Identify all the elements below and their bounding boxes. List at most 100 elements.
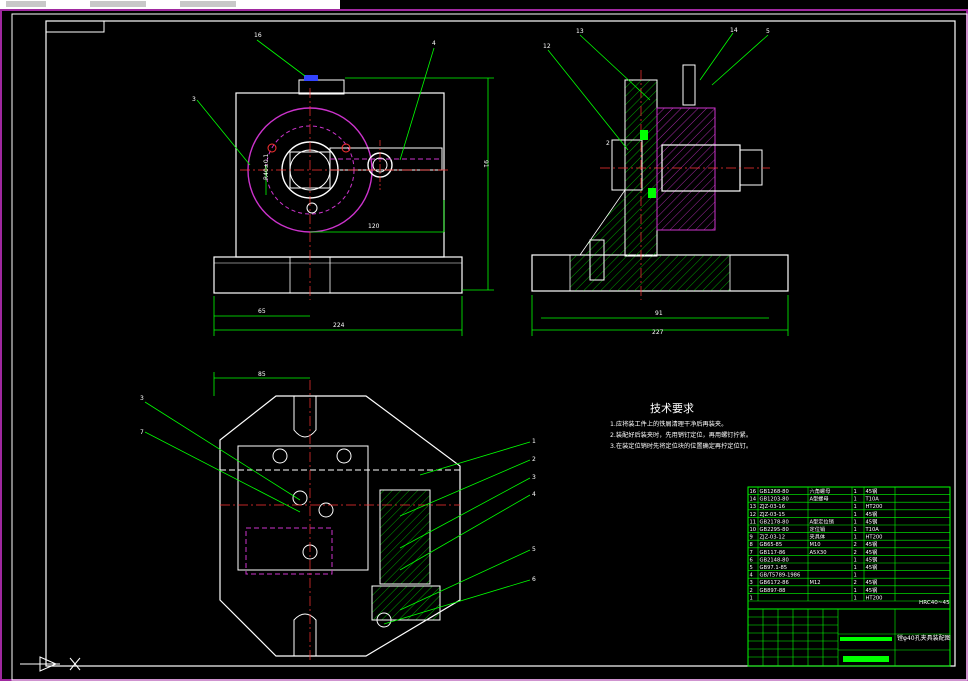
bom-cell-qty: 1: [854, 527, 857, 533]
bom-cell-no: 14: [750, 497, 757, 503]
bom-cell-qty: 1: [854, 565, 857, 571]
bom-cell-qty: 1: [854, 512, 857, 518]
tech-item-2: 2.装配好后装夹时，先用销钉定位，再用螺钉拧紧。: [610, 431, 752, 439]
drawing-title: 镗φ40孔夹具装配图: [897, 634, 951, 642]
bom-cell-code: GB1268-80: [760, 489, 789, 495]
bom-cell-code: ZJZ-03-16: [760, 504, 786, 510]
bom-cell-qty: 1: [854, 489, 857, 495]
bom-cell-no: 13: [750, 504, 757, 510]
bom-cell-no: 8: [750, 542, 753, 548]
bom-cell-no: 12: [750, 512, 757, 518]
tech-requirements: 技术要求 1.应将装工件上的铁屑清理干净后再装夹。 2.装配好后装夹时，先用销钉…: [610, 402, 752, 450]
sheet-border: [11, 13, 968, 681]
balloon-2b: 2: [532, 456, 536, 463]
bom-cell-mat: 45钢: [866, 517, 878, 525]
bom-cell-name: 六角螺母: [810, 487, 831, 495]
bom-cell-mat: 45钢: [866, 578, 878, 586]
bom-cell-name: A5X30: [810, 550, 827, 556]
cad-drawing-canvas[interactable]: 16 4 3 12 13 14 5 2 3 7 1 2 3 4 5 6 120 …: [0, 0, 968, 681]
bom-cell-code: GB1203-80: [760, 497, 789, 503]
balloon-5: 5: [766, 28, 770, 35]
bom-cell-qty: 2: [854, 550, 857, 556]
bom-cell-qty: 2: [854, 580, 857, 586]
bom-table: 16 GB1268-80 六角螺母 1 45钢14 GB1203-80 A型螺母 1 T10A1…: [747, 486, 951, 610]
balloon-4b: 4: [532, 491, 536, 498]
bom-cell-no: 11: [750, 519, 757, 525]
tech-item-3: 3.在装定位销时先将定位块的位置确定再拧定位钉。: [610, 442, 752, 450]
balloon-16: 16: [254, 32, 262, 39]
bom-cell-mat: 45钢: [866, 563, 878, 571]
bom-cell-mat: 45钢: [866, 548, 878, 556]
balloon-2: 2: [606, 140, 610, 147]
bom-cell-qty: 1: [854, 497, 857, 503]
tech-title: 技术要求: [650, 402, 694, 415]
bom-cell-code: GB6172-86: [760, 580, 789, 586]
bom-cell-mat: T10A: [865, 497, 880, 503]
code-box: [45, 20, 105, 33]
bom-cell-name: M10: [810, 542, 821, 548]
bom-cell-name: A型螺母: [810, 495, 829, 503]
top-view: [219, 380, 461, 660]
bom-cell-mat: 45钢: [866, 586, 878, 594]
bom-cell-code: GB/T5789-1986: [760, 573, 801, 579]
balloon-4: 4: [432, 40, 436, 47]
bom-cell-no: 9: [750, 535, 753, 541]
bom-cell-no: 5: [750, 565, 753, 571]
bom-cell-qty: 1: [854, 557, 857, 563]
bom-cell-code: GB2295-80: [760, 527, 789, 533]
bom-cell-name: 定位销: [810, 525, 826, 533]
bom-cell-name: A型定位销: [810, 517, 834, 525]
dim-227: 227: [652, 329, 664, 336]
bom-cell-no: 4: [750, 573, 754, 579]
bom-cell-no: 2: [750, 588, 753, 594]
bom-cell-qty: 2: [854, 542, 857, 548]
bom-note-right: HRC40~45: [919, 600, 950, 606]
dim-120: 120: [368, 223, 380, 230]
balloon-13: 13: [576, 28, 584, 35]
balloon-3c: 3: [532, 474, 536, 481]
ucs-axis-icon: [20, 656, 81, 672]
dim-224: 224: [333, 322, 345, 329]
balloon-7: 7: [140, 429, 144, 436]
balloon-14: 14: [730, 27, 738, 34]
bom-cell-code: GB65-85: [760, 542, 783, 548]
dim-85: 85: [258, 371, 266, 378]
dim-91: 91: [655, 310, 663, 317]
drawing-frame: [45, 20, 956, 667]
bom-cell-qty: 1: [854, 504, 857, 510]
top-view-dimensions: [144, 372, 531, 625]
bom-cell-code: GB117-86: [760, 550, 786, 556]
bom-cell-mat: HT200: [866, 535, 883, 541]
bom-cell-no: 3: [750, 580, 753, 586]
bom-cell-mat: 45钢: [866, 555, 878, 563]
balloon-3: 3: [192, 96, 196, 103]
front-view-dimensions: [196, 39, 494, 336]
title-block: 镗φ40孔夹具装配图: [747, 608, 951, 667]
bom-cell-code: ZJZ-03-12: [760, 535, 786, 541]
balloon-6: 6: [532, 576, 536, 583]
bom-cell-qty: 1: [854, 535, 857, 541]
bom-cell-qty: 1: [854, 595, 857, 601]
bom-cell-mat: 45钢: [866, 510, 878, 518]
bom-cell-code: ZJZ-03-15: [760, 512, 786, 518]
balloon-3b: 3: [140, 395, 144, 402]
balloon-12: 12: [543, 43, 551, 50]
dim-radius: R40±0.1: [263, 153, 270, 180]
bom-cell-no: 6: [750, 557, 753, 563]
bom-cell-qty: 1: [854, 588, 857, 594]
bom-cell-mat: HT200: [866, 595, 883, 601]
side-view: [531, 64, 789, 300]
bom-cell-qty: 1: [854, 573, 857, 579]
bom-cell-no: 1: [750, 595, 753, 601]
bom-cell-mat: 45钢: [866, 487, 878, 495]
bom-cell-code: GB2178-80: [760, 519, 789, 525]
bom-cell-name: M12: [810, 580, 821, 586]
bom-cell-no: 7: [750, 550, 753, 556]
bom-cell-qty: 1: [854, 519, 857, 525]
bom-cell-code: GB97.1-85: [760, 565, 788, 571]
bom-cell-no: 10: [750, 527, 757, 533]
front-view: [213, 75, 463, 300]
dim-91-vertical: 91: [482, 160, 489, 168]
bom-cell-code: GB2148-80: [760, 557, 789, 563]
dim-65: 65: [258, 308, 266, 315]
